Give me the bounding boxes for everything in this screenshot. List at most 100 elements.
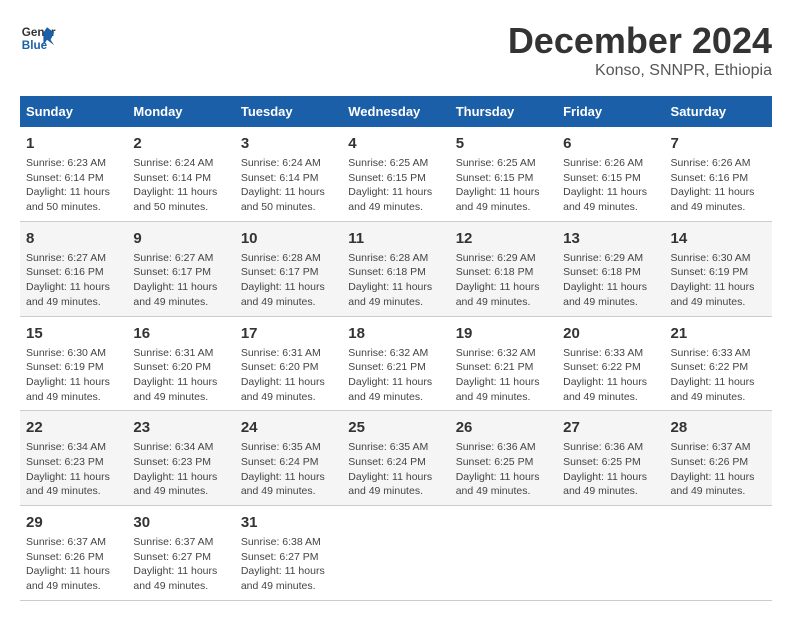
sunset-info: Sunset: 6:25 PM: [563, 455, 658, 470]
sunrise-info: Sunrise: 6:38 AM: [241, 535, 336, 550]
daylight-info: Daylight: 11 hours and 49 minutes.: [26, 280, 121, 309]
sunrise-info: Sunrise: 6:33 AM: [563, 346, 658, 361]
calendar-header-row: Sunday Monday Tuesday Wednesday Thursday…: [20, 96, 772, 127]
table-row: 29 Sunrise: 6:37 AM Sunset: 6:26 PM Dayl…: [20, 506, 127, 601]
daylight-info: Daylight: 11 hours and 49 minutes.: [26, 470, 121, 499]
sunset-info: Sunset: 6:23 PM: [26, 455, 121, 470]
table-row: 12 Sunrise: 6:29 AM Sunset: 6:18 PM Dayl…: [450, 221, 557, 316]
table-row: 15 Sunrise: 6:30 AM Sunset: 6:19 PM Dayl…: [20, 316, 127, 411]
sunset-info: Sunset: 6:27 PM: [241, 550, 336, 565]
sunrise-info: Sunrise: 6:37 AM: [133, 535, 228, 550]
sunrise-info: Sunrise: 6:35 AM: [348, 440, 443, 455]
table-row: [665, 506, 772, 601]
daylight-info: Daylight: 11 hours and 49 minutes.: [133, 470, 228, 499]
sunrise-info: Sunrise: 6:26 AM: [563, 156, 658, 171]
sunrise-info: Sunrise: 6:26 AM: [671, 156, 766, 171]
sunset-info: Sunset: 6:17 PM: [133, 265, 228, 280]
daylight-info: Daylight: 11 hours and 49 minutes.: [456, 470, 551, 499]
table-row: 22 Sunrise: 6:34 AM Sunset: 6:23 PM Dayl…: [20, 411, 127, 506]
table-row: [342, 506, 449, 601]
month-year-title: December 2024: [508, 20, 772, 62]
sunset-info: Sunset: 6:19 PM: [26, 360, 121, 375]
sunset-info: Sunset: 6:14 PM: [241, 171, 336, 186]
sunrise-info: Sunrise: 6:25 AM: [348, 156, 443, 171]
day-number: 28: [671, 417, 766, 438]
day-number: 8: [26, 228, 121, 249]
table-row: 19 Sunrise: 6:32 AM Sunset: 6:21 PM Dayl…: [450, 316, 557, 411]
daylight-info: Daylight: 11 hours and 49 minutes.: [563, 375, 658, 404]
day-number: 22: [26, 417, 121, 438]
day-number: 11: [348, 228, 443, 249]
daylight-info: Daylight: 11 hours and 49 minutes.: [671, 470, 766, 499]
sunrise-info: Sunrise: 6:37 AM: [671, 440, 766, 455]
sunrise-info: Sunrise: 6:36 AM: [563, 440, 658, 455]
col-sunday: Sunday: [20, 96, 127, 127]
page-header: General Blue December 2024 Konso, SNNPR,…: [20, 20, 772, 80]
table-row: 27 Sunrise: 6:36 AM Sunset: 6:25 PM Dayl…: [557, 411, 664, 506]
table-row: [450, 506, 557, 601]
table-row: 7 Sunrise: 6:26 AM Sunset: 6:16 PM Dayli…: [665, 127, 772, 221]
sunrise-info: Sunrise: 6:37 AM: [26, 535, 121, 550]
sunrise-info: Sunrise: 6:35 AM: [241, 440, 336, 455]
table-row: 25 Sunrise: 6:35 AM Sunset: 6:24 PM Dayl…: [342, 411, 449, 506]
daylight-info: Daylight: 11 hours and 49 minutes.: [241, 280, 336, 309]
day-number: 16: [133, 323, 228, 344]
daylight-info: Daylight: 11 hours and 49 minutes.: [563, 280, 658, 309]
sunrise-info: Sunrise: 6:34 AM: [26, 440, 121, 455]
col-tuesday: Tuesday: [235, 96, 342, 127]
sunrise-info: Sunrise: 6:30 AM: [671, 251, 766, 266]
calendar-week-row: 1 Sunrise: 6:23 AM Sunset: 6:14 PM Dayli…: [20, 127, 772, 221]
sunrise-info: Sunrise: 6:30 AM: [26, 346, 121, 361]
sunset-info: Sunset: 6:27 PM: [133, 550, 228, 565]
sunrise-info: Sunrise: 6:28 AM: [241, 251, 336, 266]
sunset-info: Sunset: 6:25 PM: [456, 455, 551, 470]
table-row: 17 Sunrise: 6:31 AM Sunset: 6:20 PM Dayl…: [235, 316, 342, 411]
table-row: 9 Sunrise: 6:27 AM Sunset: 6:17 PM Dayli…: [127, 221, 234, 316]
sunrise-info: Sunrise: 6:28 AM: [348, 251, 443, 266]
daylight-info: Daylight: 11 hours and 49 minutes.: [348, 470, 443, 499]
table-row: 26 Sunrise: 6:36 AM Sunset: 6:25 PM Dayl…: [450, 411, 557, 506]
table-row: 31 Sunrise: 6:38 AM Sunset: 6:27 PM Dayl…: [235, 506, 342, 601]
table-row: 20 Sunrise: 6:33 AM Sunset: 6:22 PM Dayl…: [557, 316, 664, 411]
calendar-week-row: 22 Sunrise: 6:34 AM Sunset: 6:23 PM Dayl…: [20, 411, 772, 506]
table-row: 18 Sunrise: 6:32 AM Sunset: 6:21 PM Dayl…: [342, 316, 449, 411]
sunset-info: Sunset: 6:23 PM: [133, 455, 228, 470]
daylight-info: Daylight: 11 hours and 49 minutes.: [671, 280, 766, 309]
title-area: December 2024 Konso, SNNPR, Ethiopia: [508, 20, 772, 80]
sunset-info: Sunset: 6:21 PM: [348, 360, 443, 375]
day-number: 14: [671, 228, 766, 249]
sunrise-info: Sunrise: 6:27 AM: [133, 251, 228, 266]
sunset-info: Sunset: 6:19 PM: [671, 265, 766, 280]
day-number: 25: [348, 417, 443, 438]
table-row: 14 Sunrise: 6:30 AM Sunset: 6:19 PM Dayl…: [665, 221, 772, 316]
day-number: 29: [26, 512, 121, 533]
sunrise-info: Sunrise: 6:33 AM: [671, 346, 766, 361]
day-number: 6: [563, 133, 658, 154]
table-row: 3 Sunrise: 6:24 AM Sunset: 6:14 PM Dayli…: [235, 127, 342, 221]
col-wednesday: Wednesday: [342, 96, 449, 127]
sunrise-info: Sunrise: 6:27 AM: [26, 251, 121, 266]
logo: General Blue: [20, 20, 56, 56]
daylight-info: Daylight: 11 hours and 49 minutes.: [456, 280, 551, 309]
day-number: 18: [348, 323, 443, 344]
sunset-info: Sunset: 6:26 PM: [671, 455, 766, 470]
day-number: 20: [563, 323, 658, 344]
sunset-info: Sunset: 6:14 PM: [133, 171, 228, 186]
sunrise-info: Sunrise: 6:32 AM: [348, 346, 443, 361]
sunset-info: Sunset: 6:20 PM: [241, 360, 336, 375]
day-number: 9: [133, 228, 228, 249]
day-number: 13: [563, 228, 658, 249]
day-number: 26: [456, 417, 551, 438]
day-number: 31: [241, 512, 336, 533]
calendar-week-row: 8 Sunrise: 6:27 AM Sunset: 6:16 PM Dayli…: [20, 221, 772, 316]
daylight-info: Daylight: 11 hours and 49 minutes.: [456, 375, 551, 404]
table-row: 30 Sunrise: 6:37 AM Sunset: 6:27 PM Dayl…: [127, 506, 234, 601]
sunset-info: Sunset: 6:24 PM: [348, 455, 443, 470]
sunset-info: Sunset: 6:17 PM: [241, 265, 336, 280]
table-row: 28 Sunrise: 6:37 AM Sunset: 6:26 PM Dayl…: [665, 411, 772, 506]
day-number: 15: [26, 323, 121, 344]
calendar-table: Sunday Monday Tuesday Wednesday Thursday…: [20, 96, 772, 601]
table-row: 23 Sunrise: 6:34 AM Sunset: 6:23 PM Dayl…: [127, 411, 234, 506]
table-row: 16 Sunrise: 6:31 AM Sunset: 6:20 PM Dayl…: [127, 316, 234, 411]
daylight-info: Daylight: 11 hours and 50 minutes.: [241, 185, 336, 214]
